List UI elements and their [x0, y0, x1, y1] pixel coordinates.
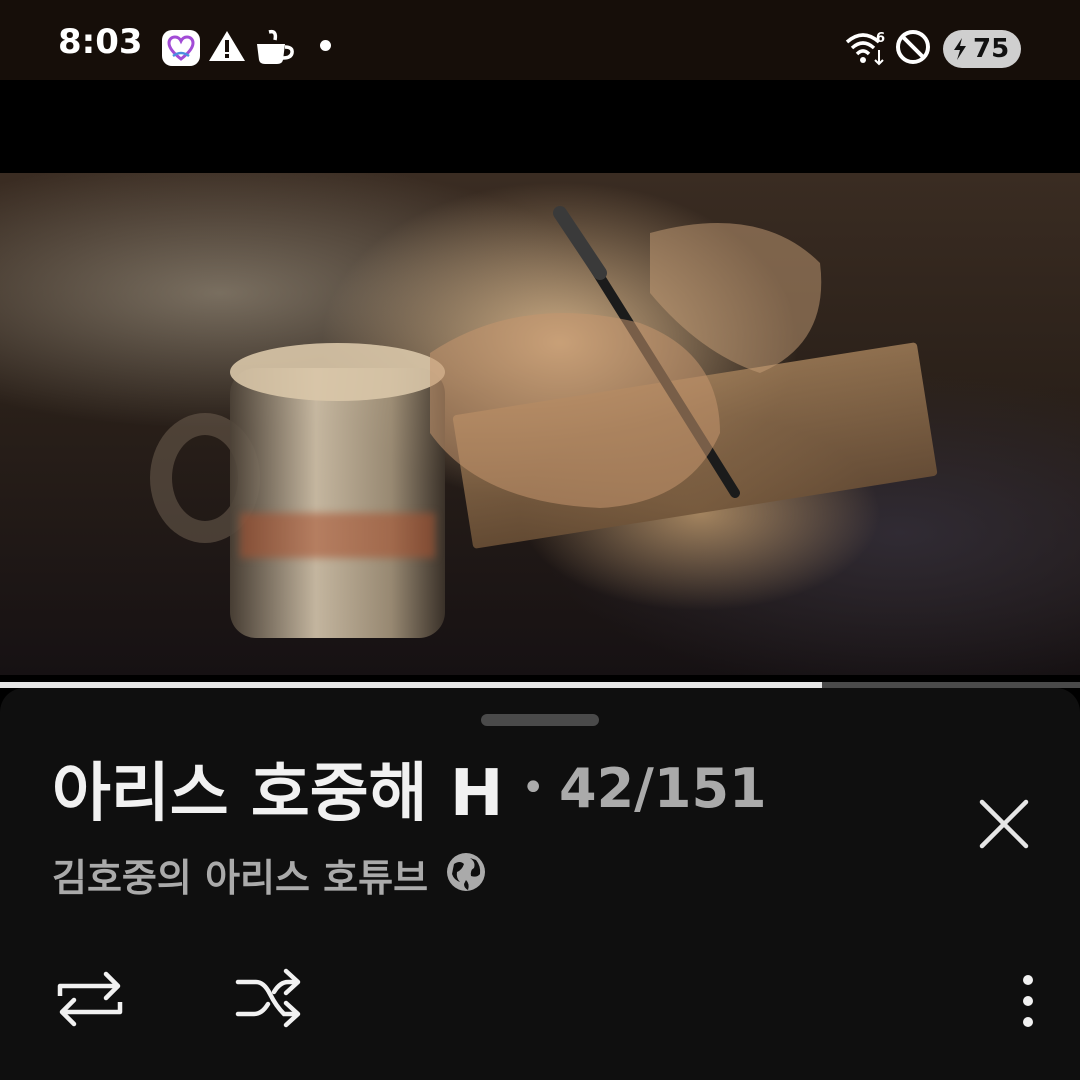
notification-dot-icon [320, 40, 331, 51]
svg-text:6: 6 [876, 31, 885, 46]
shuffle-icon [235, 968, 301, 1028]
repeat-icon [57, 971, 123, 1027]
warning-icon [207, 28, 247, 68]
video-scene-overlay [430, 206, 822, 508]
close-button[interactable] [972, 792, 1036, 856]
video-frame-image [0, 173, 1080, 675]
channel-name[interactable]: 김호중의 아리스 호튜브 [52, 847, 428, 902]
wifi-6-icon: 6 [843, 28, 889, 72]
more-options-button[interactable] [1008, 970, 1048, 1036]
playlist-title: 아리스 호중해 H [52, 757, 504, 831]
status-bar: 8:03 6 75 [0, 0, 1080, 80]
screen: 8:03 6 75 아리스 호중해 H • 42/151 김호중의 아리스 호튜… [0, 0, 1080, 1080]
drag-handle[interactable] [481, 714, 599, 726]
playlist-position: 42/151 [559, 756, 767, 820]
playlist-title-row: 아리스 호중해 H • 42/151 [52, 748, 767, 832]
status-time: 8:03 [58, 22, 143, 62]
close-icon [979, 799, 1029, 849]
channel-row: 김호중의 아리스 호튜브 [52, 846, 488, 902]
coffee-icon [253, 28, 297, 72]
battery-charging-icon: 75 [943, 30, 1021, 68]
repeat-button[interactable] [52, 966, 128, 1032]
title-separator: • [521, 765, 545, 811]
playlist-panel: 아리스 호중해 H • 42/151 김호중의 아리스 호튜브 [0, 688, 1080, 1080]
shuffle-button[interactable] [232, 966, 308, 1032]
more-vert-icon [1023, 975, 1033, 1027]
app-heart-icon [162, 30, 200, 66]
battery-level: 75 [973, 34, 1010, 64]
video-player[interactable] [0, 80, 1080, 682]
globe-icon [444, 850, 488, 898]
do-not-disturb-icon [894, 28, 932, 70]
